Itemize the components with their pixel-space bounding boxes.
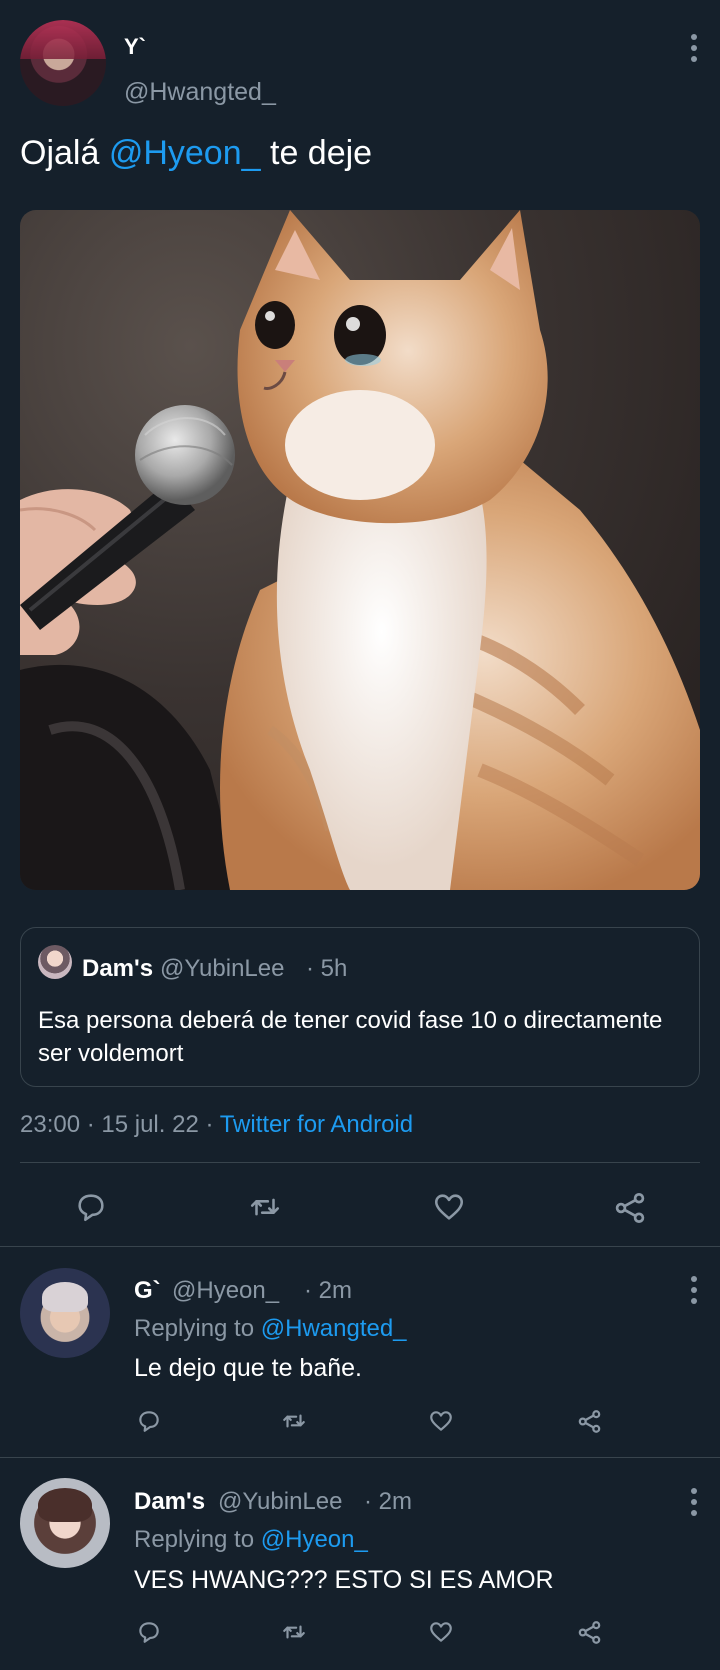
like-icon[interactable] [428,1619,454,1645]
author-avatar[interactable] [20,20,106,106]
tweet-media-image[interactable] [20,210,700,890]
like-icon[interactable] [428,1408,454,1434]
tweet-timestamp-text: 23:00 · 15 jul. 22 · [20,1111,220,1138]
share-icon[interactable] [612,1190,648,1226]
quote-time: · 5h [306,955,348,982]
author-handle[interactable]: @Hwangted_ [124,78,276,107]
tweet-text-after: te deje [260,134,373,172]
reply-avatar[interactable] [20,1478,110,1568]
reply-avatar[interactable] [20,1268,110,1358]
tweet-text-before: Ojalá [20,134,109,172]
share-icon[interactable] [576,1408,603,1435]
quote-text: Esa persona deberá de tener covid fase 1… [38,1007,663,1067]
section-divider [0,1246,720,1247]
reply-handle[interactable]: @YubinLee [218,1488,342,1516]
tweet-mention-link[interactable]: @Hyeon_ [109,134,261,172]
section-divider [0,1457,720,1458]
reply-icon[interactable] [136,1408,162,1434]
actions-divider [20,1162,700,1163]
reply-text: VES HWANG??? ESTO SI ES AMOR [134,1566,554,1594]
replying-to-link[interactable]: @Hwangted_ [261,1315,407,1342]
reply-time: · 2m [364,1488,412,1515]
retweet-icon[interactable] [280,1408,308,1434]
reply-icon[interactable] [136,1619,162,1645]
more-icon[interactable] [684,34,704,62]
replying-to-link[interactable]: @Hyeon_ [261,1526,368,1553]
replying-to-line: Replying to @Hyeon_ [134,1526,368,1554]
more-icon[interactable] [684,1488,704,1516]
reply-handle[interactable]: @Hyeon_ [172,1277,279,1305]
reply-display-name[interactable]: G` [134,1277,161,1305]
quote-author-handle: @YubinLee [160,955,285,982]
reply-display-name[interactable]: Dam's [134,1488,205,1516]
replying-to-label: Replying to [134,1526,261,1553]
tweet-source-link[interactable]: Twitter for Android [220,1111,413,1138]
reply-time: · 2m [304,1277,352,1304]
replying-to-label: Replying to [134,1315,261,1342]
replying-to-line: Replying to @Hwangted_ [134,1315,407,1343]
tweet-timestamp: 23:00 · 15 jul. 22 · Twitter for Android [20,1111,413,1139]
like-icon[interactable] [432,1190,466,1224]
tweet-text: Ojalá @Hyeon_ te deje [20,134,372,173]
retweet-icon[interactable] [280,1619,308,1645]
reply-icon[interactable] [74,1190,108,1224]
share-icon[interactable] [576,1619,603,1646]
more-icon[interactable] [684,1276,704,1304]
author-display-name[interactable]: Y` [124,34,146,60]
reply-text: Le dejo que te bañe. [134,1354,362,1382]
quote-author-avatar [38,945,72,979]
quote-author-name: Dam's [82,955,154,982]
retweet-icon[interactable] [247,1190,283,1224]
